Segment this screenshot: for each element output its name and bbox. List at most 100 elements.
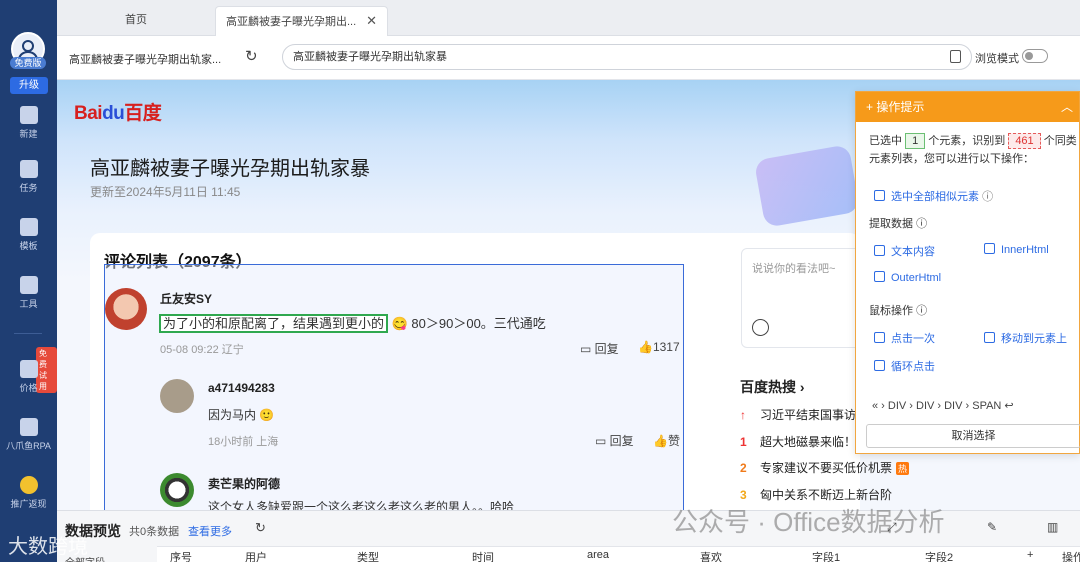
column-header: 类型 [357,552,379,562]
watermark-bottom: 大数跨境 [8,536,88,558]
browse-mode-toggle[interactable] [1022,49,1048,63]
comment-avatar[interactable] [105,288,147,330]
thumbs-up-icon: 👍 [638,340,653,354]
column-header: 序号 [170,552,192,562]
emoji-icon[interactable] [752,319,769,336]
comment-avatar[interactable] [160,379,194,413]
hot-item[interactable]: 3 匈中关系不断迈上新台阶 [740,486,892,503]
comment-text: 因为马内 🙂 [208,408,275,422]
refresh-icon[interactable]: ↻ [255,520,266,536]
tab-bar: 首页 高亚麟被妻子曝光孕期出... ✕ [57,0,1080,36]
close-icon[interactable]: ✕ [366,13,377,28]
hot-search-title[interactable]: 百度热搜 › [740,377,805,397]
edition-badge: 免费版 [10,57,46,69]
selected-text-span[interactable]: 为了小的和原配离了，结果遇到更小的 [159,314,389,333]
info-icon: ⓘ [982,191,994,203]
hot-item[interactable]: 1 超大地磁暴来临！ [740,433,856,450]
hot-item[interactable]: ↑ 习近平结束国事访 [740,406,856,423]
comment-icon: ▭ [595,434,610,448]
column-header: 字段2 [925,552,954,562]
app-sidebar: 免费版 升级 新建 任务 模板 工具 免费试用 价格 八爪鱼RPA 推广返现 [0,0,57,562]
sidebar-item-rpa[interactable]: 八爪鱼RPA [0,418,57,452]
upgrade-button[interactable]: 升级 [10,77,48,94]
baidu-logo[interactable]: Baidu百度 [74,98,162,125]
browse-mode-label: 浏览模式 [975,53,1019,65]
flag-icon [19,160,38,178]
operation-tips-panel: + 操作提示 ︿ 已选中 1 个元素，识别到 461 个同类元素列表，您可以进行以… [855,91,1080,454]
plus-square-icon [19,106,38,124]
sidebar-item-tools[interactable]: 工具 [0,276,57,310]
edit-icon[interactable]: ✎ [987,520,997,534]
sidebar-item-pricing[interactable]: 价格 [0,360,57,394]
sidebar-divider [14,333,42,334]
comment-username[interactable]: 卖芒果的阿德 [208,475,280,492]
loop-click-button[interactable]: 循环点击 [874,358,935,374]
column-view-icon[interactable]: ▥ [1047,520,1058,534]
column-header: 时间 [472,552,494,562]
url-input[interactable]: 高亚麟被妻子曝光孕期出轨家暴 [282,44,972,70]
sidebar-item-new[interactable]: 新建 [0,106,57,140]
sidebar-item-tasks[interactable]: 任务 [0,160,57,194]
octopus-icon [19,418,38,436]
news-title: 高亚麟被妻子曝光孕期出轨家暴 [90,158,370,180]
thumbs-up-icon: 👍 [653,434,668,448]
address-bar: 高亚麟被妻子曝光孕期出轨家... ↻ 高亚麟被妻子曝光孕期出轨家暴 浏览模式 [57,36,1080,80]
extract-outerhtml-button[interactable]: OuterHtml [874,271,941,284]
decorative-chat-graphic [753,144,861,228]
comment-username[interactable]: 丘友安SY [160,290,212,307]
column-header: 用户 [245,552,267,562]
sidebar-item-templates[interactable]: 模板 [0,218,57,252]
column-header: 操作 [1062,552,1080,562]
text-icon [874,245,885,256]
like-button[interactable]: 👍1317 [638,340,680,354]
comment-input-placeholder: 说说你的看法吧~ [752,263,836,275]
data-count: 共0条数据 [129,526,180,538]
add-column-button[interactable]: + [1027,549,1033,561]
comment-username[interactable]: a471494283 [208,381,275,395]
toolbox-icon [19,276,38,294]
comment-meta: 05-08 09:22 辽宁 [160,344,244,356]
tab-article[interactable]: 高亚麟被妻子曝光孕期出... ✕ [215,6,389,36]
comment-text: 这个女人多缺爱跟一个这么老这么老这么老的男人。。哈哈 [208,500,515,510]
click-once-button[interactable]: 点击一次 [874,330,935,346]
panel-header[interactable]: + 操作提示 ︿ [856,92,1079,122]
info-icon: ⓘ [916,305,928,317]
mouse-action-label: 鼠标操作 ⓘ [869,305,928,317]
column-header: 喜欢 [700,552,722,562]
document-icon[interactable] [950,50,961,63]
template-icon [19,218,38,236]
like-button[interactable]: 👍赞 [653,432,680,449]
selected-count: 1 [905,133,926,149]
update-time: 更新至2024年5月11日 11:45 [90,185,241,199]
sidebar-item-referral[interactable]: 推广返现 [0,476,57,510]
reload-icon[interactable]: ↻ [245,47,258,65]
comment-meta: 18小时前 上海 [208,436,279,448]
plus-icon: + [866,100,877,114]
comment-text: 为了小的和原配离了，结果遇到更小的 😋 80＞90＞00。三代通吃 [159,313,546,333]
tab-home[interactable]: 首页 [115,6,157,36]
extract-data-label: 提取数据 ⓘ [869,218,928,230]
cursor-move-icon [984,332,995,343]
chevron-up-icon[interactable]: ︿ [1061,92,1073,122]
comment-avatar[interactable] [160,473,194,507]
reply-button[interactable]: ▭ 回复 [580,340,619,357]
hot-item[interactable]: 2 专家建议不要买低价机票热 [740,459,910,476]
coin-icon [19,476,38,494]
hot-tag: 热 [896,462,910,475]
cancel-selection-button[interactable]: 取消选择 [866,424,1080,448]
reply-button[interactable]: ▭ 回复 [595,432,634,449]
watermark: 公众号 · Office数据分析 [672,507,945,537]
page-title-label: 高亚麟被妻子曝光孕期出轨家... [69,54,222,66]
extract-text-button[interactable]: 文本内容 [874,243,935,259]
select-all-similar-button[interactable]: 选中全部相似元素 ⓘ [874,188,993,204]
element-path-breadcrumb[interactable]: « › DIV › DIV › DIV › SPAN ↩ [872,399,1014,412]
selection-info: 已选中 1 个元素，识别到 461 个同类元素列表，您可以进行以下操作： [869,133,1077,165]
grid-icon [874,190,885,201]
data-table-header: 序号 用户 类型 时间 area 喜欢 字段1 字段2 + 操作 [157,546,1080,562]
column-header: 字段1 [812,552,841,562]
extract-innerhtml-button[interactable]: InnerHtml [984,243,1049,256]
loop-icon [874,360,885,371]
view-more-link[interactable]: 查看更多 [188,523,232,539]
hover-element-button[interactable]: 移动到元素上 [984,330,1067,346]
price-tag-icon [19,360,38,378]
